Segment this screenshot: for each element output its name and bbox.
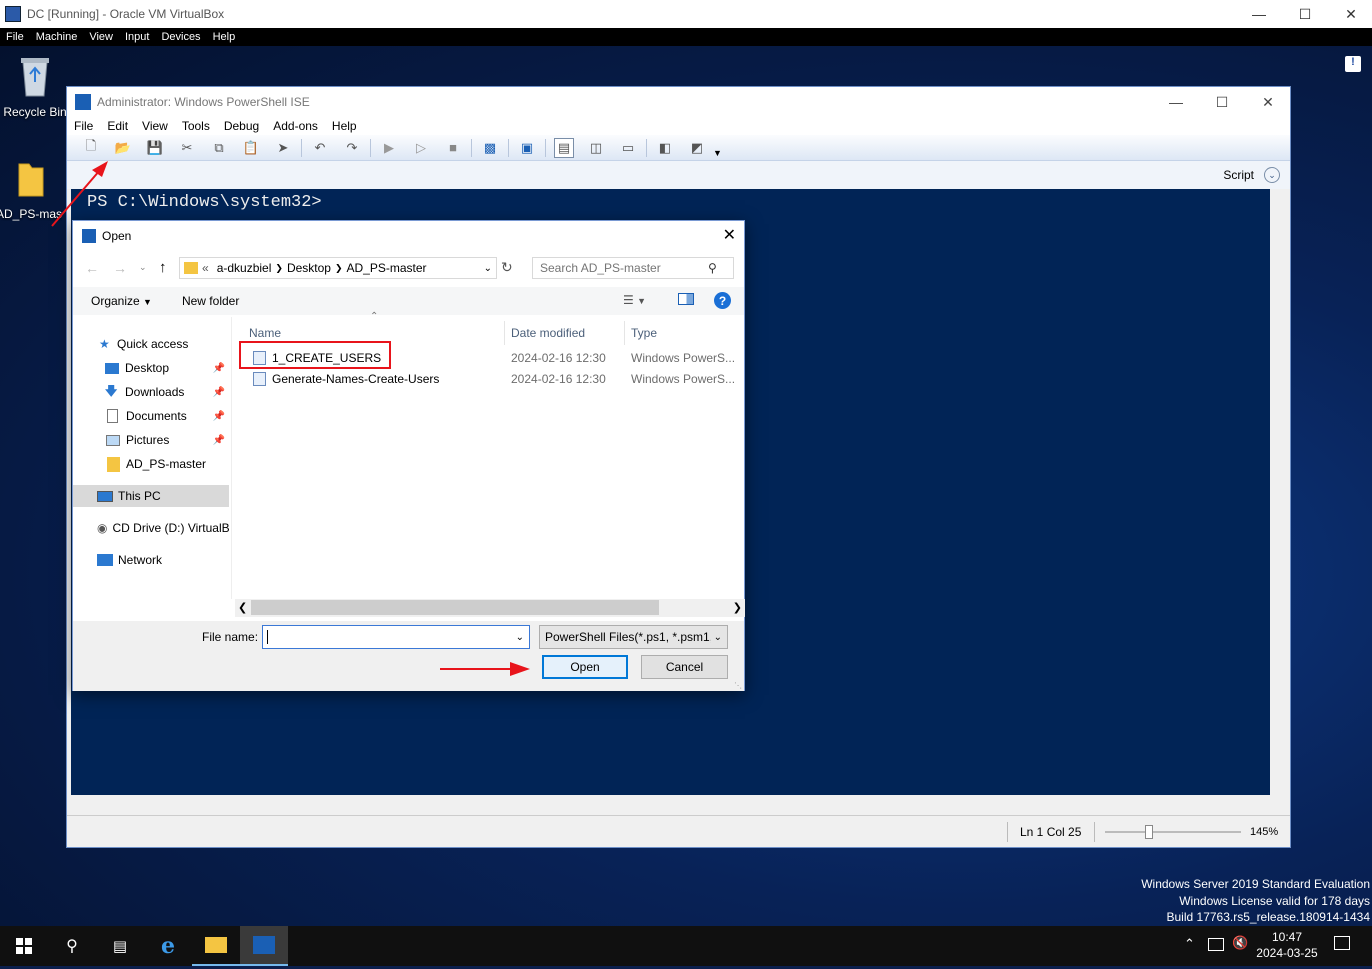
network-status-icon[interactable] [1208, 938, 1224, 951]
watermark-edition: Windows Server 2019 Standard Evaluation [1141, 877, 1370, 891]
clock-date: 2024-03-25 [1256, 946, 1318, 960]
internet-explorer-icon[interactable]: e [144, 926, 192, 966]
clock[interactable]: 10:47 2024-03-25 [1252, 929, 1322, 961]
taskbar: ⚲ ▤ e ⌃ 🔇 10:47 2024-03-25 [0, 926, 1372, 966]
action-center-icon[interactable] [1334, 936, 1350, 950]
search-icon[interactable]: ⚲ [48, 926, 96, 966]
clock-time: 10:47 [1271, 930, 1303, 944]
file-explorer-icon[interactable] [192, 926, 240, 966]
annotation-arrow-to-open-icon [51, 161, 108, 227]
watermark-license: Windows License valid for 178 days [1179, 893, 1370, 908]
powershell-ise-taskbar-icon[interactable] [240, 926, 288, 966]
volume-muted-icon[interactable]: 🔇 [1232, 935, 1248, 951]
windows-logo-icon [16, 938, 32, 954]
annotation-arrows [51, 161, 530, 676]
windows-watermark: Windows Server 2019 Standard Evaluation … [1141, 876, 1370, 926]
start-button[interactable] [0, 926, 48, 966]
chevron-up-icon[interactable]: ⌃ [1184, 936, 1195, 952]
watermark-build: Build 17763.rs5_release.180914-1434 [1166, 910, 1371, 924]
annotation-arrow-to-open-button [440, 662, 530, 676]
task-view-icon[interactable]: ▤ [96, 926, 144, 966]
